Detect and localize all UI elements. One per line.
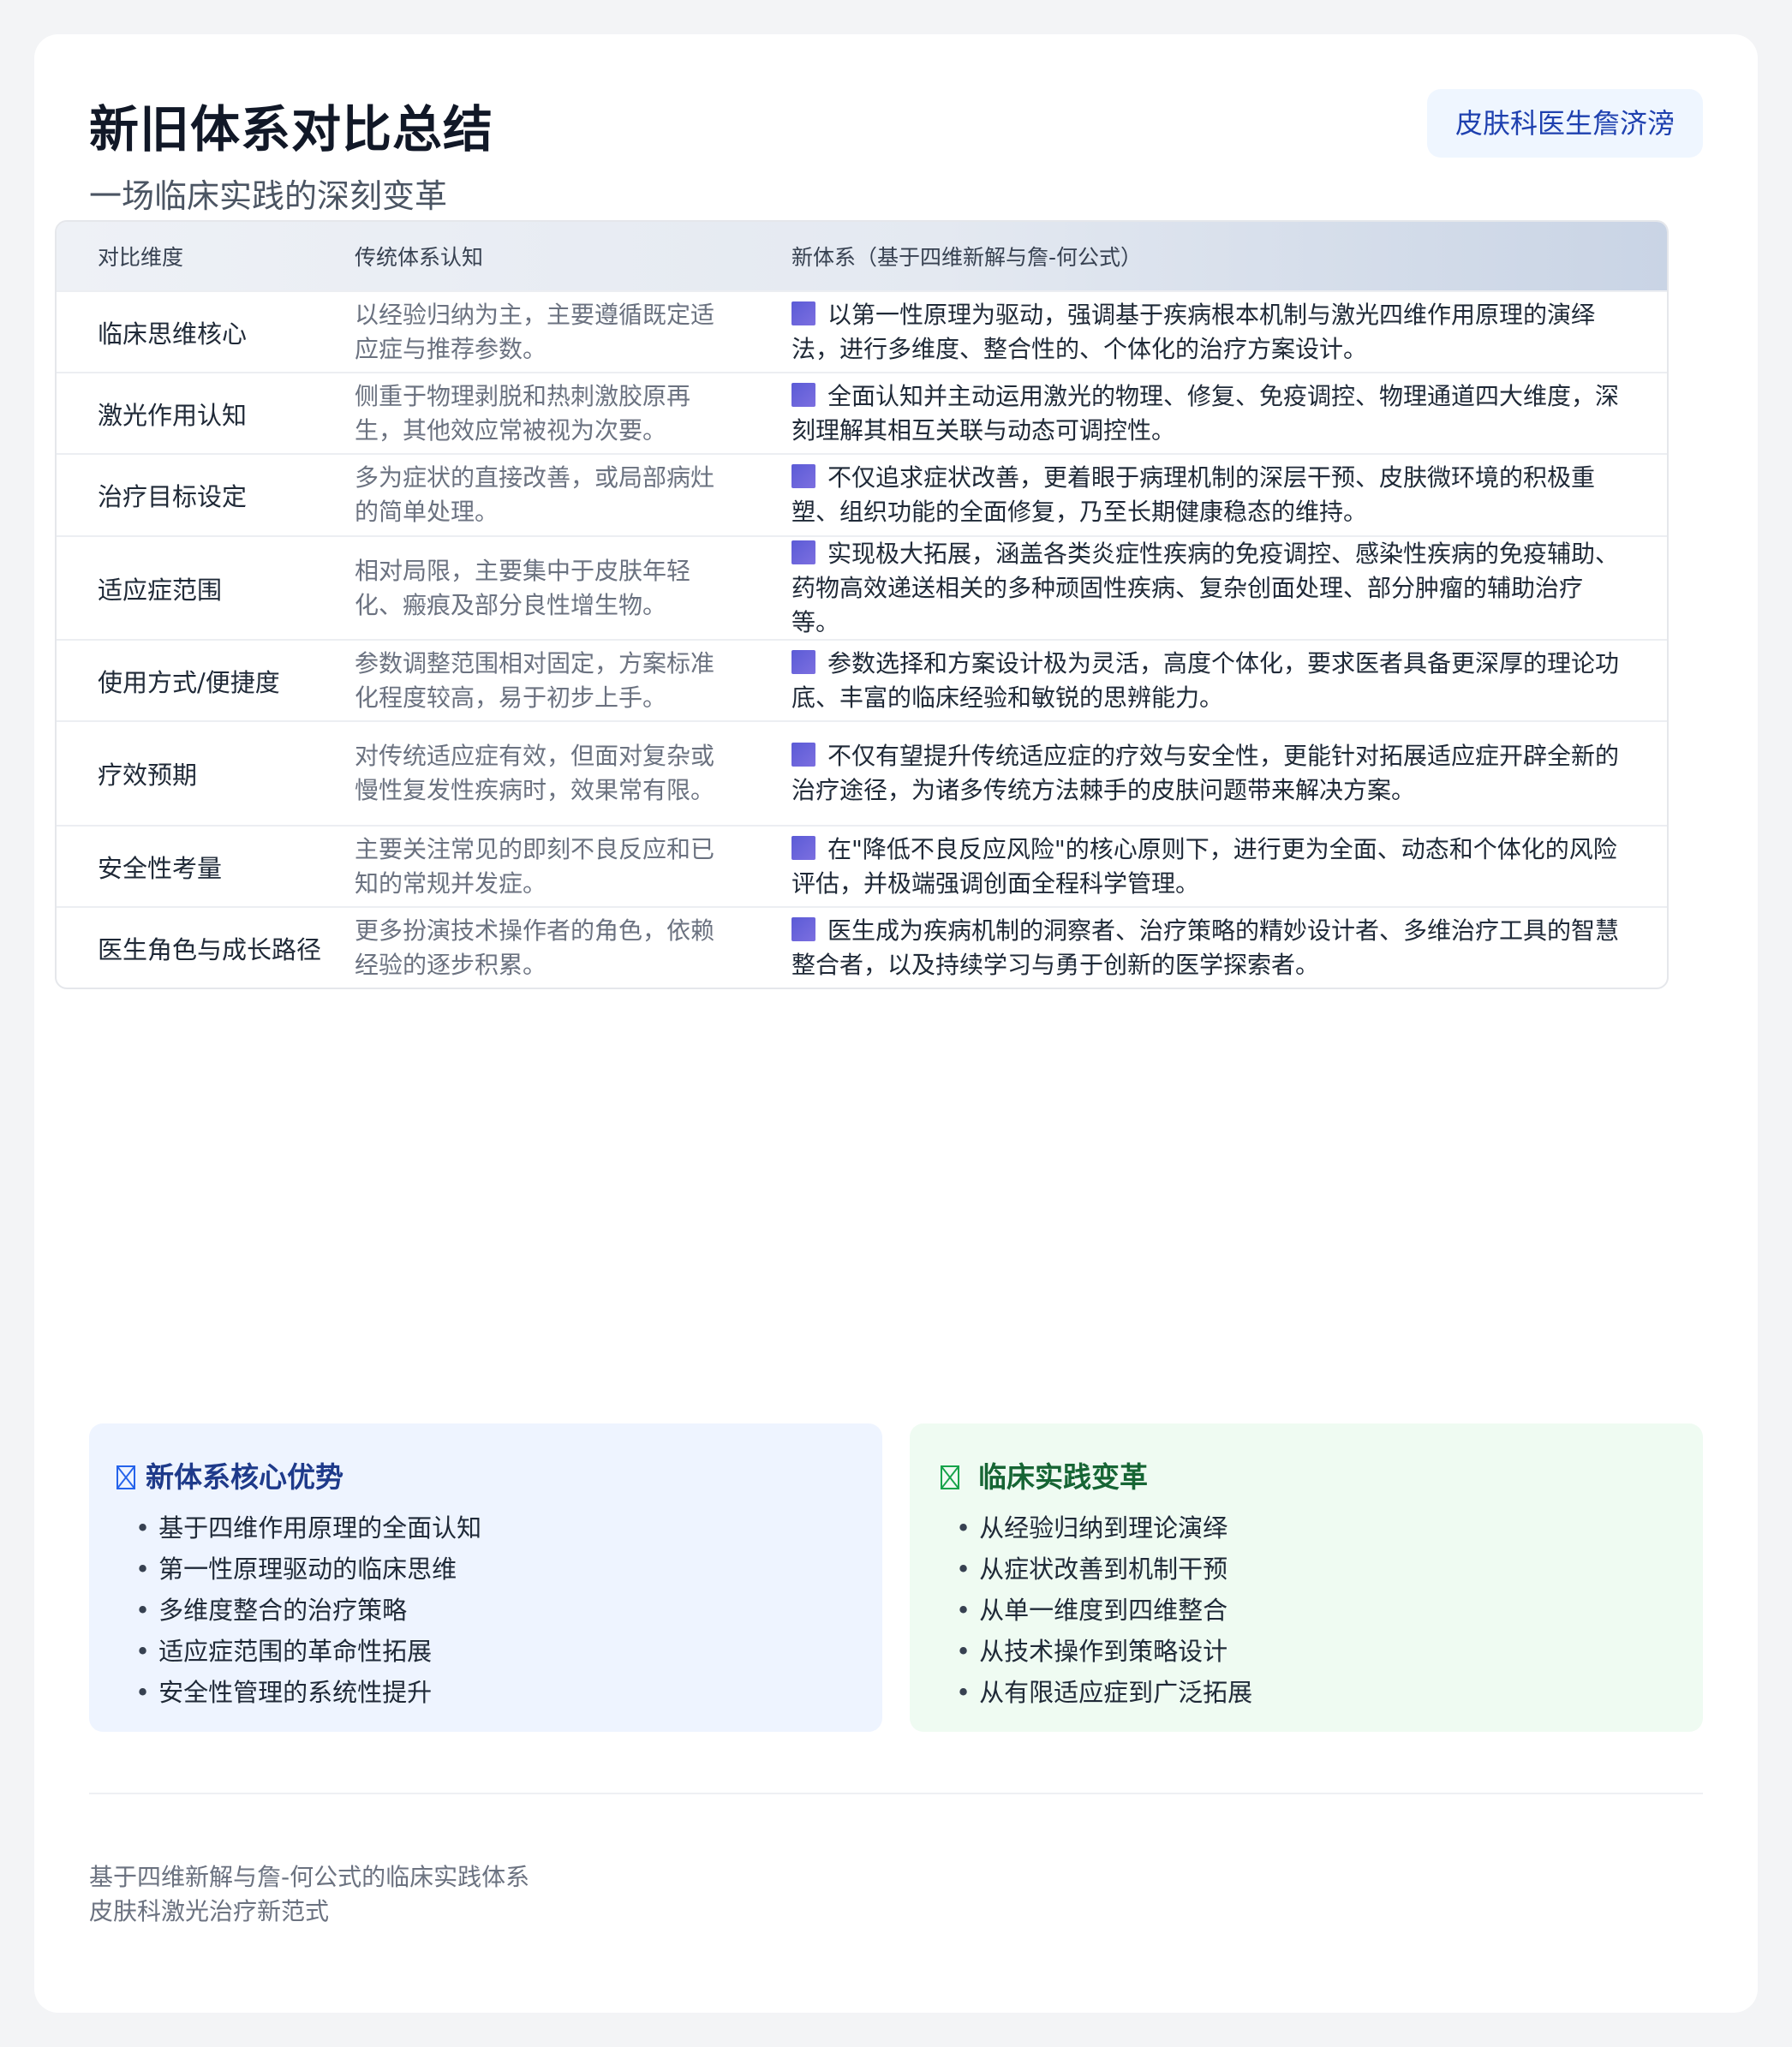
list-item: 从技术操作到策略设计 [956, 1631, 1703, 1672]
divider [89, 1793, 1703, 1794]
list-item: 基于四维作用原理的全面认知 [135, 1507, 882, 1549]
list-item: 从有限适应症到广泛拓展 [956, 1672, 1703, 1713]
table-row: 使用方式/便捷度 参数调整范围相对固定，方案标准化程度较高，易于初步上手。 参数… [57, 639, 1667, 720]
page-subtitle: 一场临床实践的深刻变革 [89, 177, 448, 215]
page-title: 新旧体系对比总结 [89, 100, 494, 158]
column-header-dimension: 对比维度 [98, 245, 184, 270]
list-item: 从单一维度到四维整合 [956, 1590, 1703, 1631]
column-header-new: 新体系（基于四维新解与詹-何公式） [791, 245, 1143, 270]
new-system-text: 全面认知并主动运用激光的物理、修复、免疫调控、物理通道四大维度，深刻理解其相互关… [791, 381, 1620, 445]
table-row: 治疗目标设定 多为症状的直接改善，或局部病灶的简单处理。 不仅追求症状改善，更着… [57, 453, 1667, 535]
new-system-cell: 在"降低不良反应风险"的核心原则下，进行更为全面、动态和个体化的风险评估，并极端… [791, 833, 1667, 901]
new-system-cell: 不仅追求症状改善，更着眼于病理机制的深层干预、皮肤微环境的积极重塑、组织功能的全… [791, 461, 1667, 529]
traditional-cell: 对传统适应症有效，但面对复杂或慢性复发性疾病时，效果常有限。 [355, 742, 715, 804]
new-system-text: 不仅有望提升传统适应症的疗效与安全性，更能针对拓展适应症开辟全新的治疗途径，为诸… [791, 742, 1620, 804]
traditional-cell: 主要关注常见的即刻不良反应和已知的常规并发症。 [355, 834, 715, 898]
bullet-square-icon [791, 835, 815, 860]
advantages-panel: 新体系核心优势 基于四维作用原理的全面认知 第一性原理驱动的临床思维 多维度整合… [89, 1423, 882, 1732]
new-system-text: 以第一性原理为驱动，强调基于疾病根本机制与激光四维作用原理的演绎法，进行多维度、… [791, 300, 1596, 363]
dimension-cell: 临床思维核心 [98, 319, 248, 349]
author-badge: 皮肤科医生詹济滂 [1426, 89, 1703, 158]
dimension-cell: 治疗目标设定 [98, 482, 248, 511]
traditional-cell: 多为症状的直接改善，或局部病灶的简单处理。 [355, 463, 715, 526]
list-item: 安全性管理的系统性提升 [135, 1672, 882, 1713]
comparison-table: 对比维度 传统体系认知 新体系（基于四维新解与詹-何公式） 临床思维核心 以经验… [55, 220, 1669, 989]
traditional-cell: 以经验归纳为主，主要遵循既定适应症与推荐参数。 [355, 300, 715, 363]
transformation-list: 从经验归纳到理论演绎 从症状改善到机制干预 从单一维度到四维整合 从技术操作到策… [937, 1507, 1703, 1713]
footer-line: 基于四维新解与詹-何公式的临床实践体系 [89, 1863, 530, 1891]
dimension-cell: 激光作用认知 [98, 400, 248, 430]
footer-line: 皮肤科激光治疗新范式 [89, 1897, 330, 1925]
bullet-square-icon [791, 916, 815, 941]
list-item: 适应症范围的革命性拓展 [135, 1631, 882, 1672]
table-row: 激光作用认知 侧重于物理剥脱和热刺激胶原再生，其他效应常被视为次要。 全面认知并… [57, 372, 1667, 453]
new-system-text: 不仅追求症状改善，更着眼于病理机制的深层干预、皮肤微环境的积极重塑、组织功能的全… [791, 463, 1596, 526]
checkbox-icon [941, 1465, 959, 1489]
transformation-heading: 临床实践变革 [937, 1454, 1703, 1495]
dimension-cell: 安全性考量 [98, 853, 223, 883]
bullet-square-icon [791, 301, 815, 325]
new-system-cell: 实现极大拓展，涵盖各类炎症性疾病的免疫调控、感染性疾病的免疫辅助、药物高效递送相… [791, 537, 1667, 640]
traditional-cell: 参数调整范围相对固定，方案标准化程度较高，易于初步上手。 [355, 648, 715, 712]
list-item: 从经验归纳到理论演绎 [956, 1507, 1703, 1549]
dimension-cell: 疗效预期 [98, 761, 198, 790]
new-system-cell: 全面认知并主动运用激光的物理、修复、免疫调控、物理通道四大维度，深刻理解其相互关… [791, 379, 1667, 448]
list-item: 第一性原理驱动的临床思维 [135, 1549, 882, 1590]
bullet-square-icon [791, 382, 815, 407]
traditional-cell: 更多扮演技术操作者的角色，依赖经验的逐步积累。 [355, 916, 715, 979]
list-item: 从症状改善到机制干预 [956, 1549, 1703, 1590]
dimension-cell: 使用方式/便捷度 [98, 667, 280, 697]
table-row: 医生角色与成长路径 更多扮演技术操作者的角色，依赖经验的逐步积累。 医生成为疾病… [57, 906, 1667, 988]
new-system-cell: 参数选择和方案设计极为灵活，高度个体化，要求医者具备更深厚的理论功底、丰富的临床… [791, 647, 1667, 715]
footer: 基于四维新解与詹-何公式的临床实践体系 皮肤科激光治疗新范式 [89, 1860, 529, 1929]
bullet-square-icon [791, 743, 815, 767]
advantages-list: 基于四维作用原理的全面认知 第一性原理驱动的临床思维 多维度整合的治疗策略 适应… [116, 1507, 882, 1713]
transformation-panel: 临床实践变革 从经验归纳到理论演绎 从症状改善到机制干预 从单一维度到四维整合 … [910, 1423, 1703, 1732]
dimension-cell: 适应症范围 [98, 575, 223, 605]
bullet-square-icon [791, 464, 815, 488]
table-row: 临床思维核心 以经验归纳为主，主要遵循既定适应症与推荐参数。 以第一性原理为驱动… [57, 290, 1667, 372]
bullet-square-icon [791, 649, 815, 674]
table-header: 对比维度 传统体系认知 新体系（基于四维新解与詹-何公式） [57, 222, 1667, 290]
new-system-text: 在"降低不良反应风险"的核心原则下，进行更为全面、动态和个体化的风险评估，并极端… [791, 834, 1617, 898]
bullet-square-icon [791, 540, 815, 564]
new-system-cell: 以第一性原理为驱动，强调基于疾病根本机制与激光四维作用原理的演绎法，进行多维度、… [791, 298, 1667, 367]
column-header-traditional: 传统体系认知 [355, 245, 484, 270]
new-system-text: 医生成为疾病机制的洞察者、治疗策略的精妙设计者、多维治疗工具的智慧整合者，以及持… [791, 916, 1620, 979]
checkbox-icon [116, 1465, 135, 1489]
table-row: 安全性考量 主要关注常见的即刻不良反应和已知的常规并发症。 在"降低不良反应风险… [57, 825, 1667, 906]
advantages-heading: 新体系核心优势 [116, 1454, 882, 1495]
traditional-cell: 相对局限，主要集中于皮肤年轻化、瘢痕及部分良性增生物。 [355, 556, 691, 619]
new-system-cell: 不仅有望提升传统适应症的疗效与安全性，更能针对拓展适应症开辟全新的治疗途径，为诸… [791, 739, 1667, 808]
list-item: 多维度整合的治疗策略 [135, 1590, 882, 1631]
advantages-title: 新体系核心优势 [146, 1460, 343, 1494]
new-system-cell: 医生成为疾病机制的洞察者、治疗策略的精妙设计者、多维治疗工具的智慧整合者，以及持… [791, 914, 1667, 982]
dimension-cell: 医生角色与成长路径 [98, 934, 322, 964]
new-system-text: 参数选择和方案设计极为灵活，高度个体化，要求医者具备更深厚的理论功底、丰富的临床… [791, 648, 1620, 712]
traditional-cell: 侧重于物理剥脱和热刺激胶原再生，其他效应常被视为次要。 [355, 381, 691, 445]
table-row: 疗效预期 对传统适应症有效，但面对复杂或慢性复发性疾病时，效果常有限。 不仅有望… [57, 720, 1667, 825]
transformation-title: 临床实践变革 [978, 1460, 1148, 1494]
table-row: 适应症范围 相对局限，主要集中于皮肤年轻化、瘢痕及部分良性增生物。 实现极大拓展… [57, 535, 1667, 639]
new-system-text: 实现极大拓展，涵盖各类炎症性疾病的免疫调控、感染性疾病的免疫辅助、药物高效递送相… [791, 539, 1620, 636]
